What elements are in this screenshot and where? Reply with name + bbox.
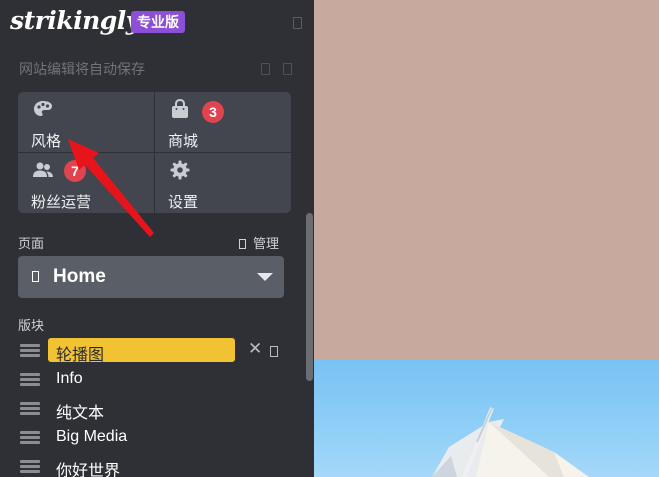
- menu-settings-label: 设置: [168, 194, 199, 211]
- plan-badge: 专业版: [131, 11, 185, 33]
- block-label: 你好世界: [56, 463, 121, 477]
- chevron-down-icon: [257, 273, 273, 281]
- drag-handle-icon[interactable]: [20, 402, 40, 416]
- blocks-section-label: 版块: [18, 318, 45, 333]
- menu-fans-label: 粉丝运营: [31, 194, 92, 211]
- page-manage-icon: [239, 239, 246, 249]
- block-row-info[interactable]: Info: [20, 365, 300, 393]
- preview-background-section: [314, 0, 659, 360]
- manage-pages-label: 管理: [253, 236, 280, 251]
- preview-hero-image: [314, 360, 659, 477]
- gear-icon: [170, 160, 190, 180]
- drag-handle-icon[interactable]: [20, 431, 40, 445]
- fans-count-badge: 7: [64, 160, 86, 182]
- redo-icon[interactable]: [283, 63, 292, 75]
- pages-section-label: 页面: [18, 236, 45, 251]
- duplicate-icon[interactable]: [270, 346, 278, 357]
- panel-toggle-icon[interactable]: [293, 17, 302, 29]
- block-label: 纯文本: [56, 405, 105, 422]
- selected-page-name: Home: [53, 266, 106, 287]
- strikingly-logo: strikingly: [10, 6, 140, 35]
- menu-style-label: 风格: [31, 133, 62, 150]
- drag-handle-icon[interactable]: [20, 460, 40, 474]
- sidebar-scrollbar[interactable]: [306, 213, 313, 381]
- block-row-carousel[interactable]: 轮播图 ✕: [20, 336, 300, 364]
- store-count-badge: 3: [202, 101, 224, 123]
- block-row-plain-text[interactable]: 纯文本: [20, 394, 300, 422]
- undo-icon[interactable]: [261, 63, 270, 75]
- block-label: Big Media: [56, 428, 128, 445]
- menu-fans[interactable]: 7 粉丝运营: [18, 153, 154, 213]
- block-row-hello-world[interactable]: 你好世界: [20, 452, 300, 477]
- block-row-big-media[interactable]: Big Media: [20, 423, 300, 451]
- shopping-bag-icon: [172, 98, 188, 118]
- editor-menu-grid: 风格 3 商城 7 粉丝运营 设置: [18, 92, 291, 213]
- drag-handle-icon[interactable]: [20, 373, 40, 387]
- manage-pages-link[interactable]: 管理: [239, 233, 279, 252]
- close-icon[interactable]: ✕: [248, 339, 262, 359]
- editor-sidebar: strikingly 专业版 网站编辑将自动保存 风格 3 商城 7 粉丝运营 …: [0, 0, 314, 477]
- menu-store-label: 商城: [168, 133, 199, 150]
- hero-image-art: [432, 407, 589, 477]
- menu-store[interactable]: 3 商城: [155, 92, 291, 152]
- palette-icon: [34, 101, 52, 116]
- drag-handle-icon[interactable]: [20, 344, 40, 358]
- block-label: 轮播图: [56, 347, 105, 364]
- autosave-notice: 网站编辑将自动保存: [19, 61, 145, 77]
- menu-style[interactable]: 风格: [18, 92, 154, 152]
- page-selector[interactable]: Home: [18, 256, 284, 298]
- site-preview[interactable]: [314, 0, 659, 477]
- menu-settings[interactable]: 设置: [155, 153, 291, 213]
- users-icon: [33, 162, 53, 177]
- page-icon: [32, 271, 39, 282]
- block-label: Info: [56, 370, 83, 387]
